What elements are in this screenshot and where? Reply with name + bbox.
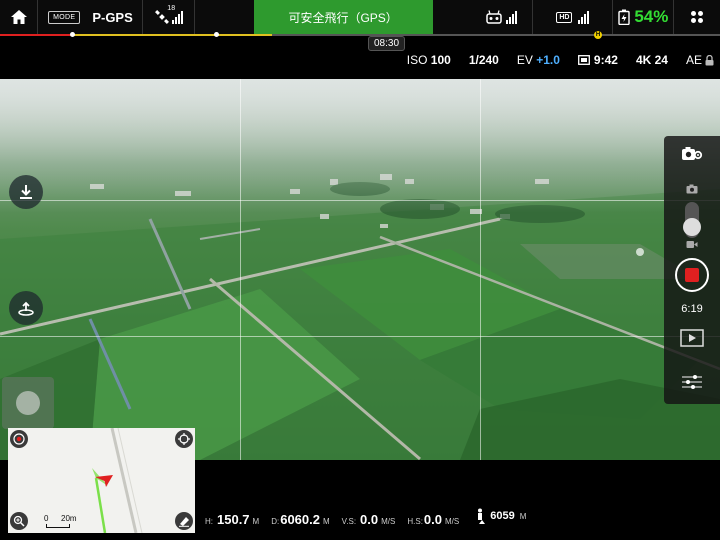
gps-signal-indicator[interactable]: 18 (143, 0, 195, 34)
grid-line (480, 79, 481, 460)
battery-percent: 54% (634, 7, 669, 26)
camera-parameters-bar[interactable]: ISO 100 1/240 EV +1.0 9:42 4K 24 AE (407, 50, 720, 70)
telemetry-bar: H: 150.7 M D: 6060.2 M V.S: 0.0 M/S H.S:… (205, 508, 526, 530)
mode-badge: MODE (48, 10, 81, 24)
flight-time-progress-bar (0, 32, 720, 37)
flight-time-remaining: 08:30 (368, 36, 406, 51)
battery-icon (618, 9, 631, 25)
video-link-signal[interactable]: HD (533, 0, 614, 34)
playback-button[interactable] (664, 329, 720, 347)
takeoff-landing-button[interactable] (9, 291, 43, 325)
hd-video-link-icon: HD (556, 11, 573, 23)
recording-elapsed-time: 6:19 (681, 303, 703, 315)
satellite-icon (154, 10, 169, 24)
home-icon (10, 9, 28, 25)
photo-mode-icon (686, 184, 698, 194)
auto-exposure-lock[interactable]: AE (686, 53, 714, 67)
switch-knob (683, 218, 701, 236)
signal-bars-icon (506, 10, 517, 24)
camera-control-panel: 6:19 (664, 136, 720, 404)
takeoff-landing-icon (17, 299, 35, 317)
record-icon (675, 258, 709, 292)
camera-settings-icon (681, 146, 703, 162)
photo-frame-icon (577, 55, 590, 65)
joystick-knob[interactable] (16, 391, 40, 415)
map-zoom-button[interactable] (10, 512, 28, 530)
remaining-record-time: 9:42 (577, 53, 618, 67)
exposure-settings-button[interactable] (664, 374, 720, 390)
photo-mode-button[interactable] (664, 184, 720, 194)
focus-slider-dot[interactable] (636, 248, 644, 256)
eraser-icon (178, 515, 190, 527)
distance-readout: D: 6060.2 M (271, 512, 330, 527)
signal-bars-icon (171, 10, 183, 24)
video-resolution: 4K 24 (635, 53, 668, 67)
map-scale-distance: 20m (61, 514, 77, 523)
iso-readout: ISO 100 (406, 53, 451, 67)
aerial-landscape-image (0, 79, 720, 460)
mini-map[interactable]: 0 20m (8, 428, 195, 533)
height-readout: H: 150.7 M (205, 512, 260, 527)
home-point-marker: H (594, 31, 602, 39)
signal-bars-icon (578, 10, 590, 24)
download-icon (18, 184, 34, 200)
horizontal-speed-readout: H.S: 0.0 M/S (407, 512, 460, 527)
map-clear-path-button[interactable] (175, 512, 193, 530)
flight-status-text: 可安全飛行（GPS） (288, 10, 398, 25)
menu-button[interactable] (674, 0, 720, 34)
aircraft-arrow-icon (94, 474, 114, 488)
home-distance-readout: 6059 M (475, 508, 526, 524)
remote-controller-signal[interactable] (471, 0, 534, 34)
battery-indicator[interactable]: 54% (613, 0, 675, 34)
map-locate-button[interactable] (175, 430, 193, 448)
top-status-bar: MODE P-GPS 18 可安全飛行（GPS） HD 54% (0, 0, 720, 34)
record-button[interactable] (664, 258, 720, 292)
camera-settings-button[interactable] (664, 146, 720, 162)
camera-live-view[interactable] (0, 79, 720, 460)
grid-line (0, 336, 720, 337)
playback-icon (680, 329, 704, 347)
menu-dots-icon (690, 10, 704, 24)
vertical-speed-readout: V.S: 0.0 M/S (341, 512, 396, 527)
download-button[interactable] (9, 175, 43, 209)
zoom-icon (13, 515, 25, 527)
map-orientation-button[interactable] (10, 430, 28, 448)
map-scale-bar (46, 524, 70, 528)
compass-icon (13, 433, 25, 445)
photo-video-switch[interactable] (664, 202, 720, 238)
sliders-icon (681, 374, 703, 390)
virtual-joystick[interactable] (2, 377, 54, 429)
grid-line (240, 79, 241, 460)
video-mode-icon (686, 240, 698, 249)
flight-mode-label: P-GPS (92, 9, 133, 25)
flight-status-banner[interactable]: 可安全飛行（GPS） (253, 0, 433, 34)
video-mode-button[interactable] (664, 240, 720, 249)
home-button[interactable] (0, 0, 39, 34)
remote-controller-icon (486, 10, 502, 24)
lock-icon (705, 54, 714, 66)
locate-icon (178, 433, 190, 445)
ev-readout: EV +1.0 (516, 53, 560, 67)
satellite-count: 18 (167, 5, 176, 12)
map-scale-zero: 0 (44, 514, 49, 523)
home-distance-icon (475, 508, 487, 524)
grid-line (0, 200, 720, 201)
shutter-readout: 1/240 (468, 53, 499, 67)
flight-mode-indicator[interactable]: MODE P-GPS (38, 0, 144, 34)
